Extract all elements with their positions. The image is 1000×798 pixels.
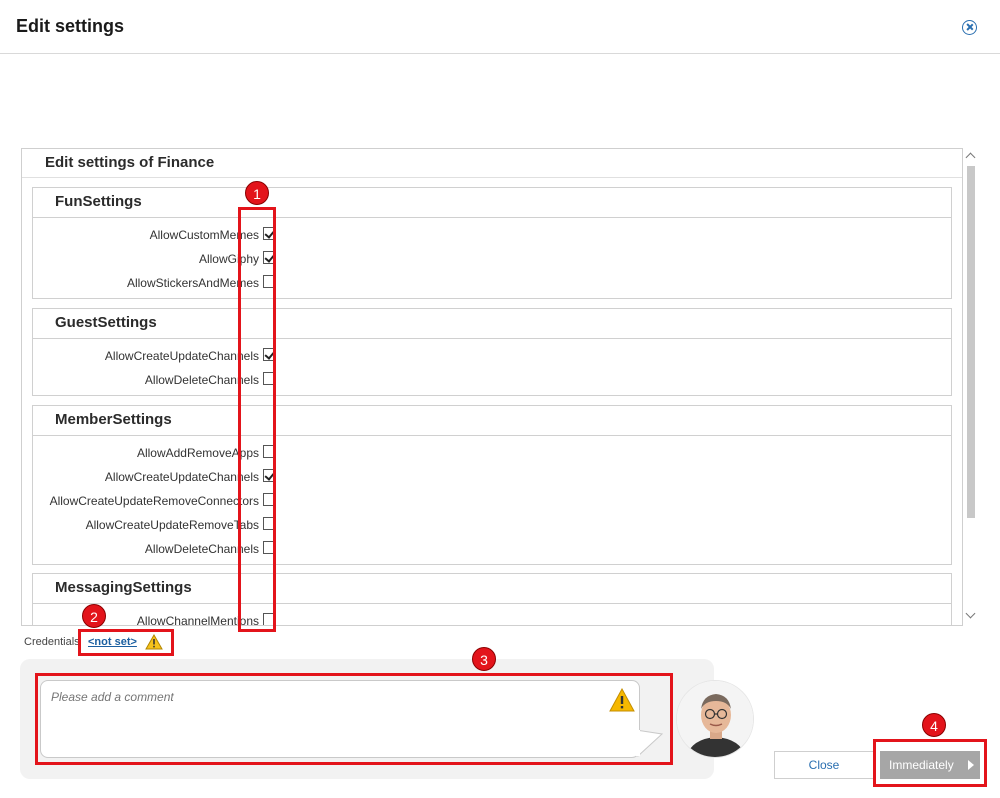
group-guest-settings: GuestSettings AllowCreateUpdateChannels … — [32, 308, 952, 396]
annotation-highlight-checkboxes — [238, 207, 276, 632]
annotation-badge: 4 — [922, 713, 946, 737]
annotation-highlight-credentials — [78, 629, 174, 656]
divider — [33, 603, 951, 604]
group-fun-settings: FunSettings AllowCustomMemes AllowGiphy … — [32, 187, 952, 299]
setting-row: AllowStickersAndMemes — [33, 273, 951, 293]
annotation-highlight-submit — [873, 739, 987, 787]
setting-row: AllowDeleteChannels — [33, 370, 951, 390]
settings-panel: Edit settings of Finance FunSettings All… — [21, 148, 963, 626]
dialog-title: Edit settings — [16, 16, 125, 36]
setting-label: AllowCreateUpdateChannels — [104, 470, 259, 484]
group-title: MemberSettings — [55, 411, 172, 428]
panel-title: Edit settings of Finance — [45, 154, 215, 171]
group-title: MessagingSettings — [55, 579, 192, 596]
group-member-settings: MemberSettings AllowAddRemoveApps AllowC… — [32, 405, 952, 565]
annotation-badge: 2 — [82, 604, 106, 628]
setting-row: AllowGiphy — [33, 249, 951, 269]
panel-scrollbar[interactable] — [963, 148, 979, 626]
setting-row: AllowDeleteChannels — [33, 539, 951, 559]
divider — [33, 435, 951, 436]
scrollbar-thumb[interactable] — [967, 166, 975, 518]
annotation-badge: 3 — [472, 647, 496, 671]
dialog-header: Edit settings — [0, 0, 1000, 54]
setting-row: AllowCustomMemes — [33, 225, 951, 245]
setting-row: AllowChannelMentions — [33, 611, 951, 625]
scroll-down-icon[interactable] — [965, 608, 976, 619]
avatar — [676, 680, 754, 758]
divider — [33, 338, 951, 339]
scroll-up-icon[interactable] — [965, 152, 976, 163]
close-button[interactable]: Close — [774, 751, 874, 779]
close-icon[interactable] — [962, 20, 977, 35]
setting-label: AllowCreateUpdateRemoveConnectors — [49, 494, 259, 508]
divider — [33, 217, 951, 218]
setting-row: AllowCreateUpdateRemoveConnectors — [33, 491, 951, 511]
setting-row: AllowCreateUpdateRemoveTabs — [33, 515, 951, 535]
group-messaging-settings: MessagingSettings AllowChannelMentions — [32, 573, 952, 625]
annotation-highlight-comment — [35, 673, 673, 765]
setting-row: AllowCreateUpdateChannels — [33, 467, 951, 487]
annotation-badge: 1 — [245, 181, 269, 205]
setting-row: AllowCreateUpdateChannels — [33, 346, 951, 366]
setting-row: AllowAddRemoveApps — [33, 443, 951, 463]
setting-label: AllowCreateUpdateChannels — [104, 349, 259, 363]
group-title: GuestSettings — [55, 314, 157, 331]
group-title: FunSettings — [55, 193, 142, 210]
setting-label: AllowCreateUpdateRemoveTabs — [85, 518, 259, 532]
divider — [22, 177, 962, 178]
credentials-label: Credentials — [24, 636, 80, 648]
